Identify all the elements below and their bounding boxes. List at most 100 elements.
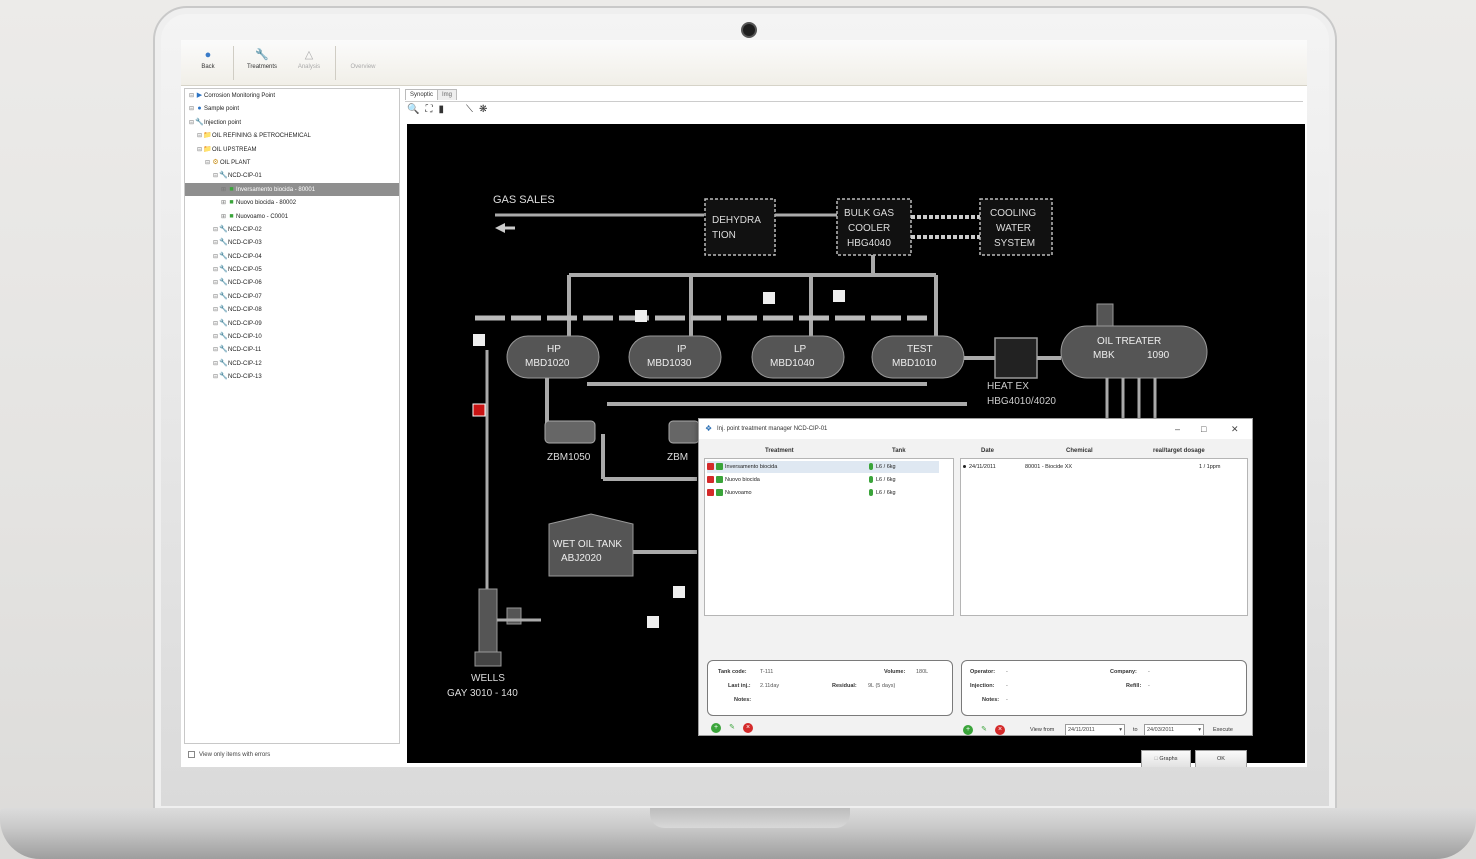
tab-img[interactable]: Img [437,89,458,100]
add-icon[interactable]: + [963,725,973,735]
zoom-fit-icon[interactable]: ⛶ [425,104,432,115]
date-column-header[interactable]: Date [981,448,994,454]
injection-point-marker[interactable] [647,616,659,628]
tank-value: L6 / 6kg [876,477,896,483]
tree-item[interactable]: ⊟🔧NCD-CIP-02 [185,223,399,236]
tree-item[interactable]: ⊟🔧NCD-CIP-05 [185,263,399,276]
treatment-name: Nuovoamo [725,490,752,496]
chevron-down-icon: ▾ [1119,727,1122,733]
refill-value: - [1148,683,1150,689]
injection-point-marker[interactable] [473,334,485,346]
folder-icon: 📁 [203,145,212,153]
lp-label-2: MBD1040 [770,358,815,369]
delete-icon[interactable]: × [995,725,1005,735]
wet-tank-label-2: ABJ2020 [561,553,602,564]
graphs-button[interactable]: □ Graphs [1141,750,1191,767]
tree-item[interactable]: ⊟🔧NCD-CIP-13 [185,370,399,383]
hp-label-2: MBD1020 [525,358,570,369]
overview-label: Overview [350,64,376,70]
treatment-name: Inversamento biocida [725,464,778,470]
toolbar: ● Back 🔧 Treatments △ Analysis Overview [181,40,1307,86]
injection-point-marker[interactable] [763,292,775,304]
tree-item-label: Nuovoamo - C0001 [236,213,289,220]
add-icon[interactable]: + [711,723,721,733]
treatment-row[interactable]: Nuovo biocida L6 / 6kg [707,474,939,486]
pump-zbm1050 [544,420,596,444]
tree-item[interactable]: ⊟🔧NCD-CIP-06 [185,276,399,289]
tree-item[interactable]: ⊟📁OIL REFINING & PETROCHEMICAL [185,129,399,142]
close-button[interactable]: ✕ [1231,419,1239,439]
errors-only-checkbox[interactable]: View only items with errors [184,746,400,764]
injection-point-marker[interactable] [833,290,845,302]
graphs-label: Graphs [1159,756,1178,762]
tree-item[interactable]: ⊟🔧NCD-CIP-03 [185,236,399,249]
tree-item-label: Inversamento biocida - 80001 [236,186,316,193]
tree-item[interactable]: ⊟ ⚙OIL PLANT [185,156,399,169]
tree-item[interactable]: ⊞ ■ Nuovo biocida - 80002 [185,196,399,209]
from-date-picker[interactable]: 24/11/2011 ▾ [1065,724,1125,736]
injection-point-marker[interactable] [673,586,685,598]
maximize-button[interactable]: □ [1201,419,1206,439]
refill-label: Refill: [1126,683,1142,689]
tree-item[interactable]: ⊟🔧NCD-CIP-07 [185,290,399,303]
injection-point-marker[interactable] [635,310,647,322]
tree-item[interactable]: ⊟🔧NCD-CIP-04 [185,250,399,263]
treatments-button[interactable]: 🔧 Treatments [239,46,285,82]
tab-synoptic[interactable]: Synoptic [405,89,439,100]
tree-item[interactable]: ⊟🔧NCD-CIP-10 [185,330,399,343]
tree-item-label: NCD-CIP-11 [228,347,262,354]
tree-item[interactable]: ⊟ ▶ Corrosion Monitoring Point [185,89,399,102]
treatment-row[interactable]: Inversamento biocida L6 / 6kg [707,461,939,473]
settings-icon[interactable]: ❋ [479,104,487,115]
wrench-icon: ❖ [705,424,713,433]
volume-value: 180L [916,669,929,675]
heat-exchanger [994,337,1038,379]
tree-item[interactable]: ⊟🔧NCD-CIP-01 [185,169,399,182]
tree-item[interactable]: ⊞ ■ Nuovoamo - C0001 [185,210,399,223]
analysis-button[interactable]: △ Analysis [289,46,329,82]
treatment-icon [716,476,723,484]
pen-icon[interactable]: ⟍ [466,104,473,115]
dosage-column-header[interactable]: real/target dosage [1153,448,1205,454]
bulk-gas-label-1: BULK GAS [844,208,894,219]
wrench-icon: 🔧 [219,266,228,274]
tree-item-label: NCD-CIP-06 [228,280,262,287]
lock-icon[interactable]: ▮ [438,104,444,115]
tree-item[interactable]: ⊟🔧NCD-CIP-08 [185,303,399,316]
back-button[interactable]: ● Back [193,46,223,82]
tank-code-label: Tank code: [718,669,747,675]
errors-only-label: View only items with errors [199,752,271,758]
treatment-column-header[interactable]: Treatment [765,448,794,454]
edit-icon[interactable]: ✎ [979,725,989,735]
heat-ex-label-1: HEAT EX [987,381,1029,392]
to-date-picker[interactable]: 24/03/2011 ▾ [1144,724,1204,736]
tree-item[interactable]: ⊟🔧NCD-CIP-09 [185,317,399,330]
alarm-icon [707,476,714,484]
tree-item[interactable]: ⊟🔧NCD-CIP-12 [185,357,399,370]
execute-button[interactable]: Execute [1213,727,1233,733]
zoom-in-icon[interactable]: 🔍 [407,104,419,115]
tree-item[interactable]: ⊟ ● Sample point [185,102,399,115]
app-window: ● Back 🔧 Treatments △ Analysis Overview … [181,40,1307,767]
chemical-column-header[interactable]: Chemical [1066,448,1093,454]
checkbox-box[interactable] [188,750,195,758]
tree-item[interactable]: ⊟🔧Injection point [185,116,399,129]
delete-icon[interactable]: × [743,723,753,733]
tank-column-header[interactable]: Tank [892,448,906,454]
navigation-tree[interactable]: ⊟ ▶ Corrosion Monitoring Point ⊟ ● Sample poi… [184,88,400,744]
tree-item[interactable]: ⊞ ■ Inversamento biocida - 80001 [185,182,399,197]
treatment-row[interactable]: Nuovoamo L6 / 6kg [707,487,939,499]
dosage-row[interactable]: 24/11/2011 80001 - Biocide XX 1 / 1ppm [963,461,1245,473]
tree-item[interactable]: ⊟🔧NCD-CIP-11 [185,343,399,356]
tree-item-label: NCD-CIP-12 [228,360,262,367]
tank-cell: L6 / 6kg [869,461,896,473]
heat-ex-label-2: HBG4010/4020 [987,396,1056,407]
edit-icon[interactable]: ✎ [727,723,737,733]
injection-point-alarm-marker[interactable] [472,403,486,417]
tank-value: L6 / 6kg [876,464,896,470]
minimize-button[interactable]: – [1175,419,1180,439]
tree-item[interactable]: ⊟📁OIL UPSTREAM [185,143,399,156]
dialog-title: Inj. point treatment manager NCD-CIP-01 [717,426,828,432]
ok-button[interactable]: OK [1195,750,1247,767]
overview-button[interactable]: Overview [341,46,385,82]
